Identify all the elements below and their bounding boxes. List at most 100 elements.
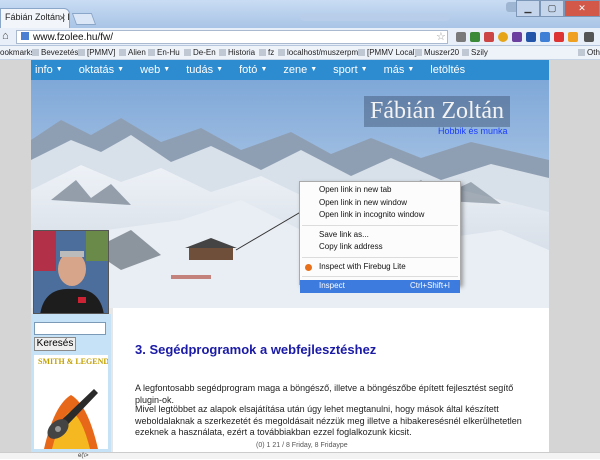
bookmark-icon <box>278 49 285 56</box>
browser-tab[interactable]: Fábián Zoltán | Dobd el m ✕ <box>0 8 70 28</box>
nav-item-letoltes[interactable]: letöltés <box>430 64 465 76</box>
extension-icon[interactable] <box>470 32 480 42</box>
article-heading: 3. Segédprogramok a webfejlesztéshez <box>135 342 377 357</box>
nav-item-info[interactable]: info ▼ <box>35 64 63 76</box>
extension-icon[interactable] <box>484 32 494 42</box>
status-bar: e(\> <box>0 452 600 459</box>
minimize-icon[interactable]: ▁ <box>516 0 540 17</box>
extension-icon[interactable] <box>554 32 564 42</box>
menu-inspect-shortcut: Ctrl+Shift+I <box>409 281 450 290</box>
sidebar: Keresés SMITH & LEGENDS <box>31 314 111 455</box>
bookmark-item[interactable]: Othe <box>578 48 600 57</box>
bookmark-icon <box>259 49 266 56</box>
menu-open-new-window[interactable]: Open link in new window <box>300 197 460 210</box>
bookmark-item[interactable]: localhost/muszerpmm <box>278 48 365 57</box>
site-owner-name: Fábián Zoltán <box>364 96 510 127</box>
browser-titlebar: Fábián Zoltán | Dobd el m ✕ ▁ ▢ ✕ <box>0 0 600 28</box>
dropdown-arrow-icon: ▼ <box>407 66 415 73</box>
menu-inspect-firebug-label: Inspect with Firebug Lite <box>319 261 406 271</box>
dropdown-arrow-icon: ▼ <box>260 66 268 73</box>
bookmark-icon <box>119 49 126 56</box>
bookmark-item[interactable]: fz <box>259 48 274 57</box>
promo-banner[interactable]: SMITH & LEGENDS <box>34 355 108 449</box>
guitar-poster-image <box>34 355 108 449</box>
bookmark-item[interactable]: En-Hu <box>148 48 180 57</box>
menu-divider <box>302 276 458 277</box>
nav-item-mas[interactable]: más ▼ <box>384 64 415 76</box>
bookmarks-bar: ookmarks Bevezetés [PMMV] Alien En-Hu De… <box>0 46 600 60</box>
bookmark-icon <box>32 49 39 56</box>
nav-item-oktatas[interactable]: oktatás ▼ <box>79 64 124 76</box>
article-paragraph: Mivel legtöbbet az alapok elsajátítása u… <box>135 404 522 437</box>
dropdown-arrow-icon: ▼ <box>360 66 368 73</box>
nav-item-zene[interactable]: zene ▼ <box>283 64 317 76</box>
new-tab-button[interactable] <box>71 13 97 25</box>
article-paragraph: A legfontosabb segédprogram maga a böngé… <box>135 383 514 405</box>
home-icon[interactable]: ⌂ <box>2 30 9 42</box>
maximize-icon[interactable]: ▢ <box>540 0 564 17</box>
menu-save-link[interactable]: Save link as... <box>300 229 460 242</box>
extension-icon[interactable] <box>568 32 578 42</box>
bookmark-icon <box>184 49 191 56</box>
search-button[interactable]: Keresés <box>34 337 76 351</box>
menu-divider <box>302 256 458 258</box>
site-container: info ▼ oktatás ▼ web ▼ tudás ▼ fotó ▼ zene ▼ s… <box>31 60 549 455</box>
bookmark-item[interactable]: [PMMV Local] <box>358 48 417 57</box>
nav-item-tudas[interactable]: tudás ▼ <box>186 64 223 76</box>
address-bar-row: ⌂ www.fzolee.hu/fw/ ☆ <box>0 28 600 46</box>
bookmark-icon <box>462 49 469 56</box>
menu-open-incognito[interactable]: Open link in incognito window <box>300 209 460 222</box>
close-tab-icon[interactable]: ✕ <box>58 13 66 24</box>
bookmark-item[interactable]: Bevezetés <box>32 48 78 57</box>
bookmark-item[interactable]: Alien <box>119 48 146 57</box>
nav-item-sport[interactable]: sport ▼ <box>333 64 367 76</box>
menu-copy-link[interactable]: Copy link address <box>300 241 460 254</box>
dropdown-arrow-icon: ▼ <box>55 66 63 73</box>
status-text: e(\> <box>78 453 89 459</box>
nav-item-foto[interactable]: fotó ▼ <box>239 64 267 76</box>
site-subtitle[interactable]: Hobbik és munka <box>438 126 508 136</box>
status-clock-text: (0) 1 21 / 8 Friday, 8 Fridaype <box>256 442 348 449</box>
menu-wrench-icon[interactable] <box>584 32 594 42</box>
avatar <box>34 231 108 313</box>
dropdown-arrow-icon: ▼ <box>216 66 224 73</box>
window-controls: ▁ ▢ ✕ <box>516 0 600 17</box>
bookmark-item[interactable]: [PMMV] <box>78 48 115 57</box>
menu-inspect-firebug[interactable]: Inspect with Firebug Lite <box>300 261 460 274</box>
site-favicon-icon <box>21 32 29 40</box>
menu-divider <box>302 224 458 226</box>
menu-inspect[interactable]: Inspect Ctrl+Shift+I <box>300 280 460 293</box>
bookmark-icon <box>415 49 422 56</box>
bookmark-icon <box>148 49 155 56</box>
extension-icon[interactable] <box>526 32 536 42</box>
dropdown-arrow-icon: ▼ <box>310 66 318 73</box>
menu-inspect-label: Inspect <box>319 281 345 290</box>
dropdown-arrow-icon: ▼ <box>163 66 171 73</box>
blurred-window-text <box>300 13 450 21</box>
extension-icon[interactable] <box>498 32 508 42</box>
bookmark-star-icon[interactable]: ☆ <box>436 30 446 43</box>
bookmark-folder-icon <box>578 49 585 56</box>
extension-icon[interactable] <box>540 32 550 42</box>
bookmark-item[interactable]: Szily <box>462 48 488 57</box>
bookmark-item[interactable]: Historia <box>219 48 255 57</box>
bookmark-item[interactable]: Muszer20 <box>415 48 459 57</box>
context-menu: Open link in new tab Open link in new wi… <box>299 181 461 293</box>
url-text: www.fzolee.hu/fw/ <box>33 32 114 43</box>
search-input[interactable] <box>34 322 106 335</box>
nav-item-web[interactable]: web ▼ <box>140 64 170 76</box>
promo-title: SMITH & LEGENDS <box>38 357 108 366</box>
close-window-icon[interactable]: ✕ <box>564 0 600 17</box>
menu-open-new-tab[interactable]: Open link in new tab <box>300 184 460 197</box>
bookmark-item[interactable]: ookmarks <box>0 48 35 57</box>
bookmark-icon <box>78 49 85 56</box>
extension-icon[interactable] <box>456 32 466 42</box>
bookmark-item[interactable]: De-En <box>184 48 216 57</box>
bookmark-icon <box>358 49 365 56</box>
extension-icon[interactable] <box>512 32 522 42</box>
url-input[interactable]: www.fzolee.hu/fw/ <box>16 30 448 44</box>
bookmark-icon <box>219 49 226 56</box>
profile-photo <box>33 230 109 314</box>
site-nav: info ▼ oktatás ▼ web ▼ tudás ▼ fotó ▼ zene ▼ s… <box>31 60 549 80</box>
firebug-icon <box>305 263 312 271</box>
